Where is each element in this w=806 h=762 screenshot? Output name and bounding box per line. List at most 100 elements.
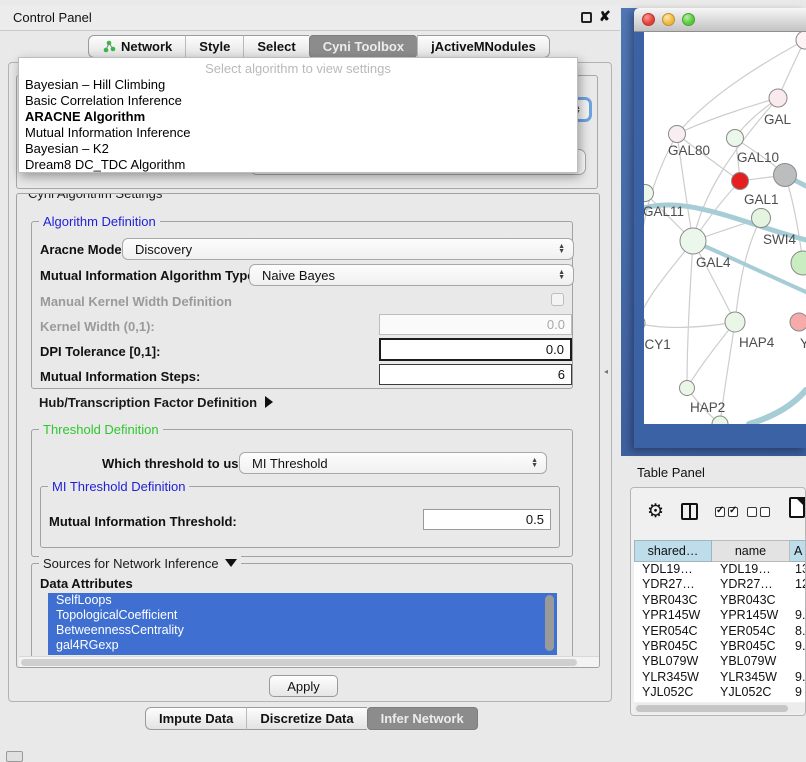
- node-label-swi4: SWI4: [763, 232, 796, 247]
- column-header-name[interactable]: name: [712, 540, 790, 562]
- node-pink-right[interactable]: [790, 313, 806, 331]
- tab-label: Discretize Data: [260, 711, 353, 726]
- float-panel-icon[interactable]: [581, 12, 592, 23]
- dropdown-item[interactable]: Basic Correlation Inference: [19, 93, 577, 109]
- table-row[interactable]: YLR345WYLR345W9.: [634, 670, 806, 685]
- node-gal80[interactable]: [669, 126, 686, 143]
- gear-icon[interactable]: ⚙: [647, 500, 664, 523]
- dropdown-item[interactable]: Bayesian – K2: [19, 141, 577, 157]
- dropdown-items: Bayesian – Hill ClimbingBasic Correlatio…: [19, 77, 577, 173]
- unchecked-boxes-icon[interactable]: [747, 507, 770, 517]
- node-swi4[interactable]: [752, 209, 771, 228]
- node-topright[interactable]: [796, 32, 806, 49]
- algorithm-definition-group: Algorithm Definition Aracne Mode: Discov…: [31, 221, 573, 389]
- dropdown-item[interactable]: ARACNE Algorithm: [19, 109, 577, 125]
- dpi-tolerance-field[interactable]: [379, 338, 572, 361]
- minimized-panel-button[interactable]: [6, 751, 23, 762]
- tab-label: Cyni Toolbox: [323, 39, 404, 54]
- node-hap2[interactable]: [680, 381, 695, 396]
- data-attributes-label: Data Attributes: [40, 576, 133, 591]
- mi-threshold-field[interactable]: [423, 509, 551, 530]
- tab-impute-data[interactable]: Impute Data: [145, 707, 246, 730]
- tab-select[interactable]: Select: [243, 35, 308, 58]
- cell-num: 9.: [790, 639, 806, 654]
- scrollbar-thumb[interactable]: [636, 705, 788, 712]
- combo-arrows-icon: ▲▼: [558, 244, 565, 254]
- table-horizontal-scrollbar[interactable]: [634, 703, 806, 713]
- node-label-gal4: GAL4: [696, 255, 731, 270]
- node-bottom[interactable]: [712, 416, 728, 424]
- dropdown-item[interactable]: Dream8 DC_TDC Algorithm: [19, 157, 577, 173]
- tab-discretize-data[interactable]: Discretize Data: [246, 707, 366, 730]
- table-row[interactable]: YJL052CYJL052C9: [634, 685, 806, 700]
- minimize-window-icon[interactable]: [662, 13, 675, 26]
- scrollbar-thumb[interactable]: [21, 659, 577, 666]
- close-window-icon[interactable]: [642, 13, 655, 26]
- list-scrollbar[interactable]: [545, 595, 554, 651]
- zoom-window-icon[interactable]: [682, 13, 695, 26]
- kernel-width-field[interactable]: [379, 314, 572, 335]
- table-row[interactable]: YPR145WYPR145W9.: [634, 608, 806, 623]
- tab-jactivemnodules[interactable]: jActiveMNodules: [417, 35, 550, 58]
- tab-infer-network[interactable]: Infer Network: [367, 707, 478, 730]
- node-gal11[interactable]: [644, 185, 654, 202]
- network-canvas[interactable]: GALGAL80GAL10GAL1GAL11SWI4GAL4GCY1HAP4YH…: [644, 32, 806, 424]
- manual-kernel-label: Manual Kernel Width Definition: [40, 294, 232, 309]
- expand-arrow-icon: [265, 396, 273, 408]
- page-icon[interactable]: [789, 497, 805, 518]
- attribute-item[interactable]: TopologicalCoefficient: [48, 608, 557, 623]
- tab-cyni-toolbox[interactable]: Cyni Toolbox: [309, 35, 417, 58]
- attribute-item[interactable]: SelfLoops: [48, 593, 557, 608]
- column-header-shared[interactable]: shared…: [634, 540, 712, 562]
- tab-network[interactable]: Network: [88, 35, 185, 58]
- node-gal4[interactable]: [680, 228, 706, 254]
- attribute-item[interactable]: gal4RGexp: [48, 638, 557, 653]
- hub-definition-toggle[interactable]: Hub/Transcription Factor Definition: [39, 395, 273, 410]
- mi-type-value: Naive Bayes: [262, 268, 335, 283]
- tab-style[interactable]: Style: [185, 35, 243, 58]
- dropdown-item[interactable]: Bayesian – Hill Climbing: [19, 77, 577, 93]
- table-row[interactable]: YBL079WYBL079W: [634, 654, 806, 669]
- node-gray[interactable]: [774, 164, 797, 187]
- table-row[interactable]: YBR045CYBR045C9.: [634, 639, 806, 654]
- data-attributes-list[interactable]: SelfLoopsTopologicalCoefficientBetweenne…: [48, 593, 557, 655]
- settings-horizontal-scrollbar[interactable]: [19, 656, 599, 667]
- tab-label: Impute Data: [159, 711, 233, 726]
- sources-group: Sources for Network Inference Data Attri…: [31, 563, 573, 668]
- node-hap4[interactable]: [725, 312, 745, 332]
- columns-icon[interactable]: [681, 503, 698, 520]
- node-label-hap2: HAP2: [690, 400, 725, 415]
- node-red[interactable]: [732, 173, 749, 190]
- node-pink-upper[interactable]: [769, 89, 787, 107]
- column-header-partial[interactable]: A: [790, 540, 806, 562]
- node-gal10[interactable]: [727, 130, 744, 147]
- table-row[interactable]: YBR043CYBR043C: [634, 593, 806, 608]
- mi-type-label: Mutual Information Algorithm Type:: [40, 268, 259, 283]
- checked-boxes-icon[interactable]: [715, 507, 738, 517]
- cell-shared: YDR27…: [634, 577, 712, 592]
- attribute-item[interactable]: BetweennessCentrality: [48, 623, 557, 638]
- node-label-gcy1: GCY1: [644, 337, 671, 352]
- table-row[interactable]: YDL19…YDL19…13: [634, 562, 806, 577]
- sources-title[interactable]: Sources for Network Inference: [39, 556, 241, 571]
- split-pane-handle[interactable]: ◂: [604, 367, 608, 376]
- cell-name: YPR145W: [712, 608, 790, 623]
- control-panel-title: Control Panel: [13, 10, 92, 25]
- table-row[interactable]: YER054CYER054C8.: [634, 624, 806, 639]
- aracne-mode-combo[interactable]: Discovery ▲▼: [122, 238, 574, 260]
- cell-shared: YDL19…: [634, 562, 712, 577]
- mi-type-combo[interactable]: Naive Bayes ▲▼: [249, 264, 574, 286]
- network-window-titlebar[interactable]: [634, 8, 806, 32]
- mi-steps-field[interactable]: [379, 364, 572, 385]
- node-right-green[interactable]: [791, 251, 806, 275]
- manual-kernel-checkbox[interactable]: [551, 293, 564, 306]
- dropdown-item[interactable]: Mutual Information Inference: [19, 125, 577, 141]
- table-row[interactable]: YDR27…YDR27…12: [634, 577, 806, 592]
- node-gcy1[interactable]: [644, 315, 645, 331]
- node-label-gal80: GAL80: [668, 143, 710, 158]
- which-threshold-combo[interactable]: MI Threshold ▲▼: [239, 452, 547, 474]
- apply-button[interactable]: Apply: [269, 675, 338, 697]
- collapse-arrow-icon: [225, 559, 237, 567]
- close-icon[interactable]: ✘: [599, 8, 611, 25]
- cell-shared: YLR345W: [634, 670, 712, 685]
